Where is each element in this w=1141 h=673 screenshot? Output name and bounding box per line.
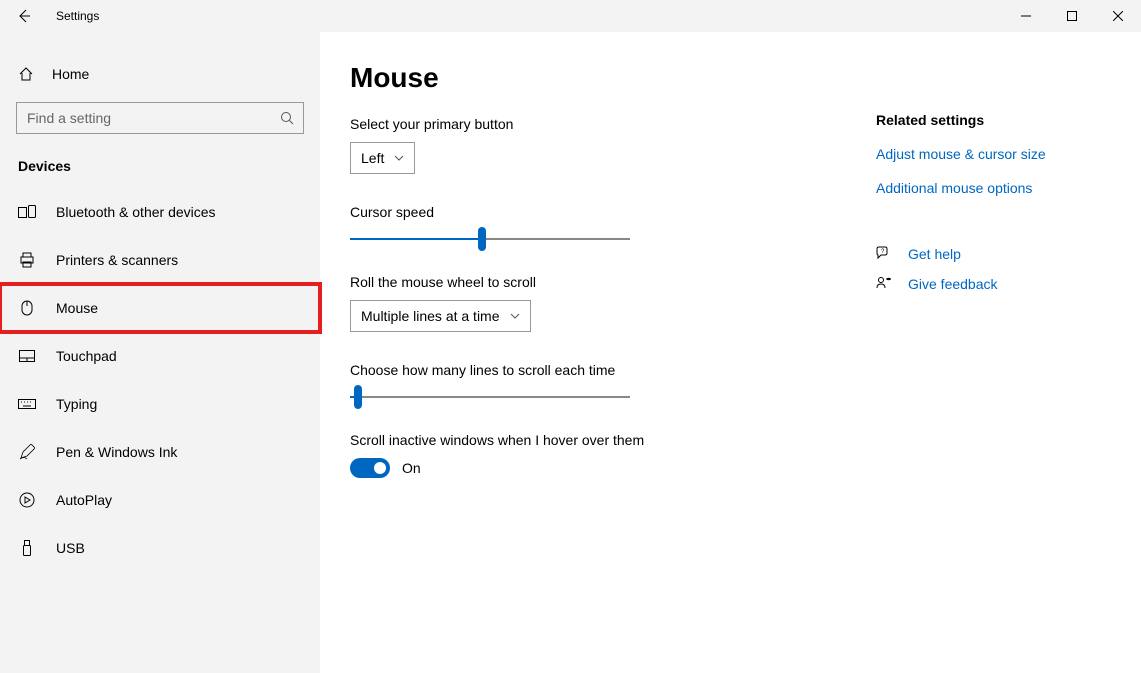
window-title: Settings — [56, 9, 99, 23]
sidebar-item-usb[interactable]: USB — [0, 524, 320, 572]
sidebar-item-touchpad[interactable]: Touchpad — [0, 332, 320, 380]
back-button[interactable] — [0, 0, 48, 32]
devices-icon — [18, 205, 36, 219]
slider-thumb[interactable] — [354, 385, 362, 409]
link-give-feedback[interactable]: Give feedback — [908, 276, 998, 292]
mouse-icon — [18, 300, 36, 316]
scroll-lines-slider[interactable] — [350, 396, 630, 398]
keyboard-icon — [18, 399, 36, 409]
sidebar-item-label: Bluetooth & other devices — [56, 204, 216, 220]
sidebar-item-pen[interactable]: Pen & Windows Ink — [0, 428, 320, 476]
slider-thumb[interactable] — [478, 227, 486, 251]
link-additional-mouse-options[interactable]: Additional mouse options — [876, 180, 1141, 196]
primary-button-label: Select your primary button — [350, 116, 850, 132]
related-heading: Related settings — [876, 112, 1141, 128]
pen-icon — [18, 444, 36, 460]
sidebar-item-label: AutoPlay — [56, 492, 112, 508]
inactive-windows-toggle[interactable] — [350, 458, 390, 478]
sidebar-item-mouse[interactable]: Mouse — [0, 284, 320, 332]
chevron-down-icon — [394, 155, 404, 161]
maximize-button[interactable] — [1049, 0, 1095, 32]
search-icon — [280, 111, 294, 125]
page-title: Mouse — [350, 62, 850, 94]
sidebar-item-label: Pen & Windows Ink — [56, 444, 177, 460]
minimize-button[interactable] — [1003, 0, 1049, 32]
primary-button-select[interactable]: Left — [350, 142, 415, 174]
titlebar: Settings — [0, 0, 1141, 32]
scroll-mode-value: Multiple lines at a time — [361, 308, 500, 324]
close-button[interactable] — [1095, 0, 1141, 32]
category-label: Devices — [18, 158, 320, 174]
inactive-windows-label: Scroll inactive windows when I hover ove… — [350, 432, 850, 448]
nav-home[interactable]: Home — [0, 54, 320, 94]
nav-home-label: Home — [52, 66, 89, 82]
svg-text:?: ? — [881, 249, 885, 255]
autoplay-icon — [18, 492, 36, 508]
sidebar-item-bluetooth[interactable]: Bluetooth & other devices — [0, 188, 320, 236]
sidebar-item-typing[interactable]: Typing — [0, 380, 320, 428]
scroll-mode-select[interactable]: Multiple lines at a time — [350, 300, 531, 332]
sidebar-item-label: Mouse — [56, 300, 98, 316]
printer-icon — [18, 252, 36, 268]
inactive-windows-value: On — [402, 460, 421, 476]
link-adjust-mouse-cursor-size[interactable]: Adjust mouse & cursor size — [876, 146, 1141, 162]
sidebar-item-label: Touchpad — [56, 348, 117, 364]
primary-button-value: Left — [361, 150, 384, 166]
home-icon — [18, 66, 34, 82]
touchpad-icon — [18, 350, 36, 362]
main-content: Mouse Select your primary button Left Cu… — [350, 62, 850, 673]
link-get-help[interactable]: Get help — [908, 246, 961, 262]
sidebar-item-autoplay[interactable]: AutoPlay — [0, 476, 320, 524]
scroll-lines-label: Choose how many lines to scroll each tim… — [350, 362, 850, 378]
related-panel: Related settings Adjust mouse & cursor s… — [876, 62, 1141, 673]
scroll-mode-label: Roll the mouse wheel to scroll — [350, 274, 850, 290]
cursor-speed-label: Cursor speed — [350, 204, 850, 220]
sidebar-item-label: USB — [56, 540, 85, 556]
search-input[interactable] — [16, 102, 304, 134]
sidebar-item-label: Printers & scanners — [56, 252, 178, 268]
sidebar-item-printers[interactable]: Printers & scanners — [0, 236, 320, 284]
usb-icon — [18, 540, 36, 556]
sidebar-item-label: Typing — [56, 396, 97, 412]
feedback-icon — [876, 276, 892, 292]
cursor-speed-slider[interactable] — [350, 238, 630, 240]
sidebar: Home Devices Bluetooth & other devices — [0, 32, 320, 673]
help-icon: ? — [876, 246, 892, 262]
chevron-down-icon — [510, 313, 520, 319]
